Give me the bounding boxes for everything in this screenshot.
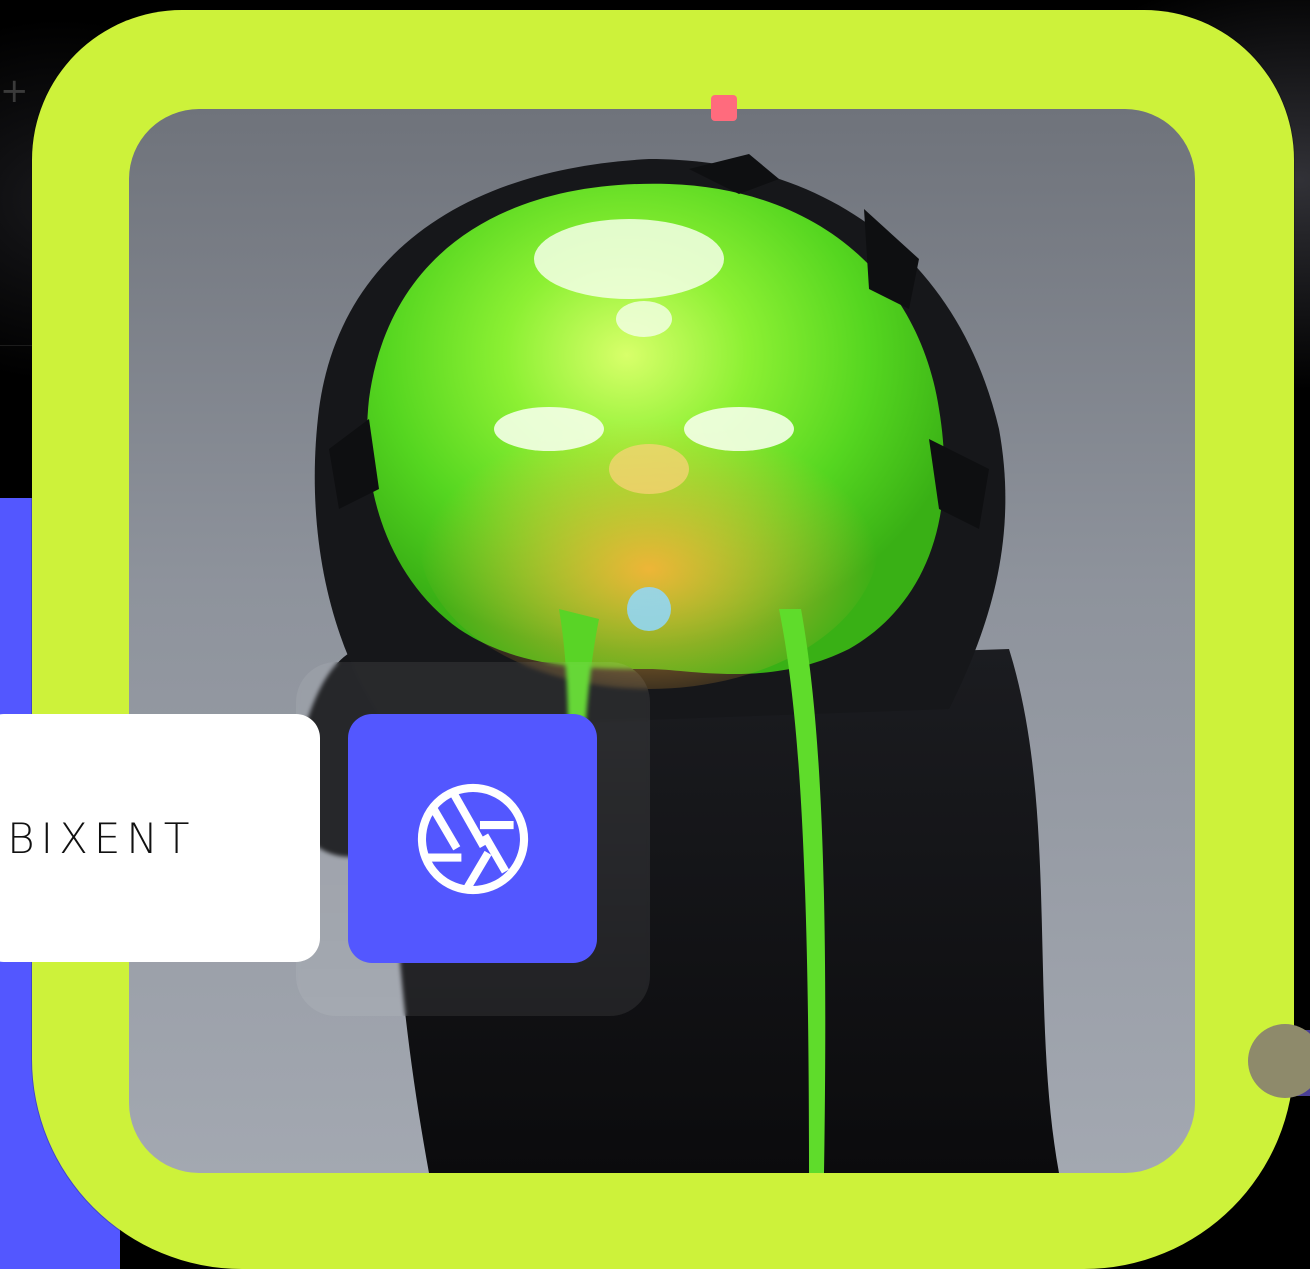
plus-icon: +	[0, 71, 29, 111]
camera-aperture-button[interactable]	[348, 714, 597, 963]
slime-head-illustration	[299, 154, 1059, 1173]
hero-image	[129, 109, 1195, 1173]
pink-indicator-dot	[711, 95, 737, 121]
brand-logo-card: RBIXENT	[0, 714, 320, 962]
camera-aperture-icon	[417, 783, 528, 894]
brand-logo-text: RBIXENT	[0, 814, 196, 863]
